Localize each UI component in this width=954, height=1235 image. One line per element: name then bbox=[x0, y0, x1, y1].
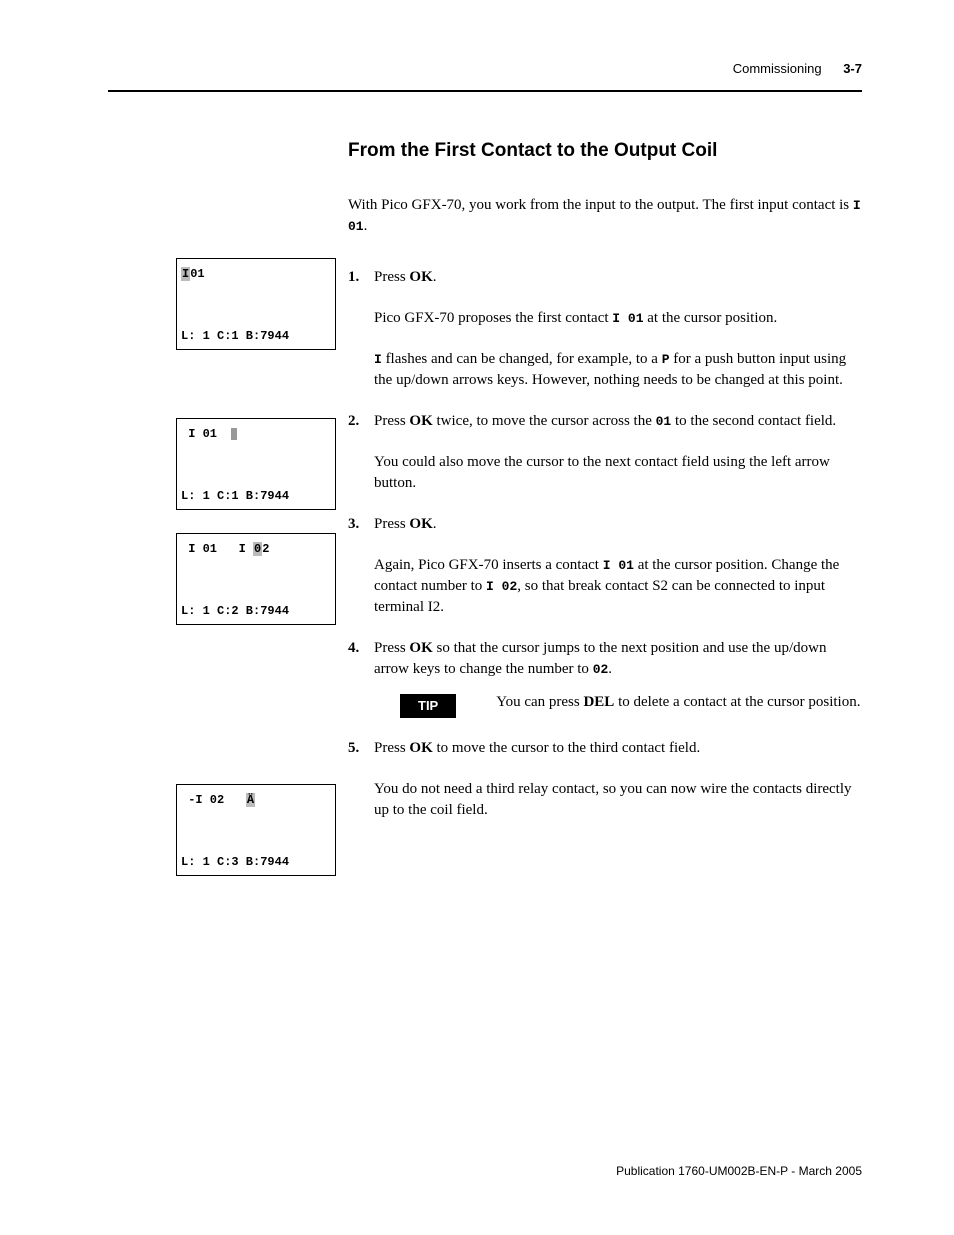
s2-lead-code: 01 bbox=[656, 414, 672, 429]
lcd3-top-post: 2 bbox=[262, 542, 269, 556]
s1-p1-pre: Pico GFX-70 proposes the first contact bbox=[374, 310, 612, 326]
lcd1-top-post: 01 bbox=[190, 267, 204, 281]
step-2: Press OK twice, to move the cursor acros… bbox=[348, 411, 862, 494]
s1-p2-a: flashes and can be changed, for example,… bbox=[382, 351, 662, 367]
s2-lead-mid: twice, to move the cursor across the bbox=[433, 413, 656, 429]
chapter-name: Commissioning bbox=[733, 61, 822, 76]
s5-lead-bold: OK bbox=[409, 740, 432, 756]
lcd-panel-1: I 01 L: 1 C:1 B:7944 bbox=[176, 258, 336, 350]
lcd2-status: L: 1 C:1 B:7944 bbox=[181, 489, 331, 503]
lcd4-top-pre: -I 02 bbox=[181, 793, 246, 807]
header-rule bbox=[108, 90, 862, 92]
s1-p2-code2: P bbox=[662, 352, 670, 367]
s2-lead-bold: OK bbox=[409, 413, 432, 429]
s3-lead-pre: Press bbox=[374, 516, 409, 532]
page-number: 3-7 bbox=[843, 61, 862, 76]
s5-p1: You do not need a third relay contact, s… bbox=[374, 779, 862, 821]
lcd4-status: L: 1 C:3 B:7944 bbox=[181, 855, 331, 869]
intro-paragraph: With Pico GFX-70, you work from the inpu… bbox=[348, 195, 862, 237]
tip-badge: TIP bbox=[400, 694, 456, 718]
lcd3-status: L: 1 C:2 B:7944 bbox=[181, 604, 331, 618]
lcd-panel-3: I 01 I 02 L: 1 C:2 B:7944 bbox=[176, 533, 336, 625]
s1-lead-post: . bbox=[433, 269, 437, 285]
lcd-panel-2: I 01 L: 1 C:1 B:7944 bbox=[176, 418, 336, 510]
steps-list: Press OK. Pico GFX-70 proposes the first… bbox=[348, 267, 862, 821]
step-5: Press OK to move the cursor to the third… bbox=[348, 738, 862, 821]
lcd-panel-4: -I 02 Ä L: 1 C:3 B:7944 bbox=[176, 784, 336, 876]
s3-lead-bold: OK bbox=[409, 516, 432, 532]
lcd1-status: L: 1 C:1 B:7944 bbox=[181, 329, 331, 343]
s3-p1-code: I 01 bbox=[603, 558, 634, 573]
footer-publication: Publication 1760-UM002B-EN-P - March 200… bbox=[616, 1163, 862, 1180]
s4-lead-bold: OK bbox=[409, 640, 432, 656]
lcd1-highlight: I bbox=[181, 267, 190, 281]
lcd4-highlight: Ä bbox=[246, 793, 255, 807]
lcd2-cursor bbox=[231, 428, 237, 440]
tip-bold: DEL bbox=[583, 694, 614, 710]
s1-p2: I flashes and can be changed, for exampl… bbox=[374, 349, 862, 391]
s2-p1: You could also move the cursor to the ne… bbox=[374, 452, 862, 494]
s3-p1-code2: I 02 bbox=[486, 579, 517, 594]
tip-pre: You can press bbox=[496, 694, 583, 710]
s4-lead-pre: Press bbox=[374, 640, 409, 656]
s3-lead-post: . bbox=[433, 516, 437, 532]
page-header: Commissioning 3-7 bbox=[733, 60, 862, 78]
s4-lead-code: 02 bbox=[593, 662, 609, 677]
s3-p1-pre: Again, Pico GFX-70 inserts a contact bbox=[374, 557, 603, 573]
s2-lead-pre: Press bbox=[374, 413, 409, 429]
tip-post: to delete a contact at the cursor positi… bbox=[614, 694, 860, 710]
section-heading: From the First Contact to the Output Coi… bbox=[348, 138, 862, 165]
step-3: Press OK. Again, Pico GFX-70 inserts a c… bbox=[348, 514, 862, 618]
tip-row: TIP You can press DEL to delete a contac… bbox=[400, 692, 862, 718]
s1-p1: Pico GFX-70 proposes the first contact I… bbox=[374, 308, 862, 329]
s2-lead-post: to the second contact field. bbox=[671, 413, 836, 429]
lcd3-highlight: 0 bbox=[253, 542, 262, 556]
main-content: From the First Contact to the Output Coi… bbox=[348, 138, 862, 841]
s1-lead-pre: Press bbox=[374, 269, 409, 285]
s1-p1-code: I 01 bbox=[612, 311, 643, 326]
s5-lead-pre: Press bbox=[374, 740, 409, 756]
intro-post: . bbox=[364, 218, 368, 234]
s1-lead-bold: OK bbox=[409, 269, 432, 285]
step-1: Press OK. Pico GFX-70 proposes the first… bbox=[348, 267, 862, 391]
tip-text: You can press DEL to delete a contact at… bbox=[496, 692, 862, 713]
lcd3-top-pre: I 01 I bbox=[181, 542, 253, 556]
lcd2-top: I 01 bbox=[181, 427, 231, 441]
intro-pre: With Pico GFX-70, you work from the inpu… bbox=[348, 197, 853, 213]
s5-lead-post: to move the cursor to the third contact … bbox=[433, 740, 700, 756]
s4-lead-post: . bbox=[608, 661, 612, 677]
s3-p1: Again, Pico GFX-70 inserts a contact I 0… bbox=[374, 555, 862, 618]
step-4: Press OK so that the cursor jumps to the… bbox=[348, 638, 862, 718]
s1-p1-post: at the cursor position. bbox=[644, 310, 778, 326]
s1-p2-code1: I bbox=[374, 352, 382, 367]
